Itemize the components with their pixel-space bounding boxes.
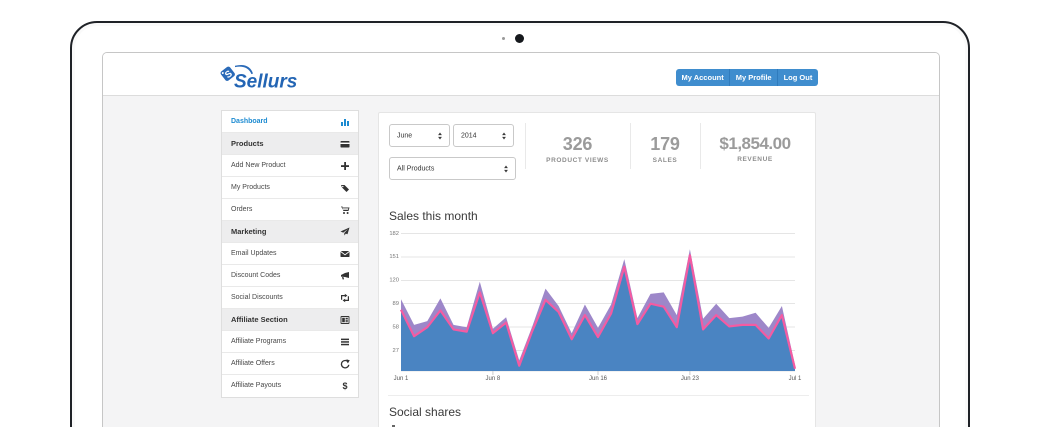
svg-text:Jun 16: Jun 16	[589, 376, 608, 382]
svg-text:Jun 8: Jun 8	[486, 376, 501, 382]
svg-text:89: 89	[393, 301, 399, 307]
svg-text:120: 120	[389, 278, 399, 284]
svg-text:Sellurs: Sellurs	[234, 72, 297, 91]
svg-text:Jun 1: Jun 1	[394, 376, 409, 382]
svg-text:Jun 23: Jun 23	[681, 376, 700, 382]
svg-text:Jul 1: Jul 1	[789, 376, 802, 382]
svg-text:27: 27	[393, 348, 399, 354]
svg-text:151: 151	[389, 254, 399, 260]
svg-text:182: 182	[389, 231, 399, 237]
svg-text:58: 58	[393, 325, 399, 331]
